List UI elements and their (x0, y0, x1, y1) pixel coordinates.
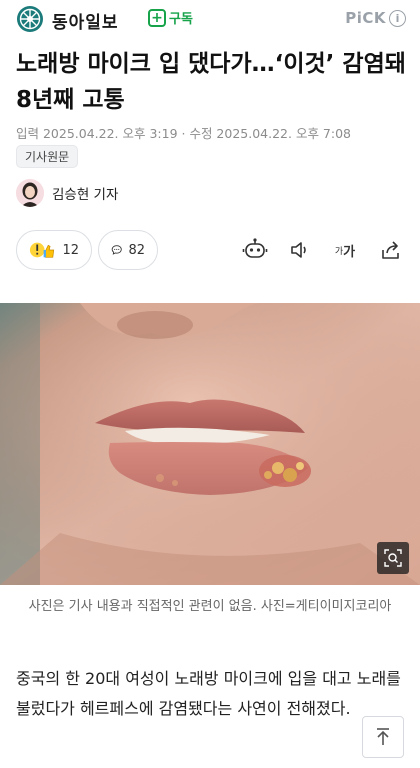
subscribe-label: 구독 (169, 12, 193, 27)
reporter-name: 김승현 기자 (52, 187, 119, 203)
article-title: 노래방 마이크 입 댔다가…‘이것’ 감염돼 8년째 고통 (16, 51, 406, 113)
article-photo[interactable] (0, 303, 420, 585)
article-dates: 입력 2025.04.22. 오후 3:19 · 수정 2025.04.22. … (16, 126, 351, 141)
zoom-image-button[interactable] (377, 542, 409, 574)
font-size-large-label: 가 (343, 244, 356, 260)
reaction-emoji-icon (29, 242, 55, 258)
article-body-paragraph: 중국의 한 20대 여성이 노래방 마이크에 입을 대고 노래를 불렀다가 헤르… (16, 669, 401, 718)
plus-icon: + (148, 8, 166, 27)
comment-icon (111, 245, 122, 255)
pick-label[interactable]: PiCK (345, 9, 386, 27)
original-article-button[interactable]: 기사원문 (16, 145, 79, 168)
ai-summary-button[interactable] (241, 236, 269, 264)
share-icon (382, 241, 399, 259)
lips-photo-image (0, 303, 420, 585)
robot-icon (242, 238, 268, 258)
magnify-icon (384, 549, 402, 567)
like-count: 12 (62, 242, 79, 258)
font-size-button[interactable]: 가가 (331, 236, 359, 264)
subscribe-button[interactable]: + 구독 (148, 8, 193, 27)
donga-logo-icon[interactable] (16, 5, 44, 33)
arrow-up-icon (377, 728, 389, 745)
info-icon[interactable]: i (389, 10, 406, 27)
comment-count: 82 (128, 242, 145, 258)
share-button[interactable] (377, 236, 405, 264)
image-caption: 사진은 기사 내용과 직접적인 관련이 없음. 사진=게티이미지코리아 (28, 599, 392, 614)
reporter-photo-icon (16, 179, 44, 207)
reporter-info[interactable]: 김승현 기자 (16, 179, 118, 207)
brand-name[interactable]: 동아일보 (52, 8, 119, 33)
like-reaction-button[interactable]: 12 (16, 230, 92, 270)
top-header: 동아일보 + 구독 PiCK i (0, 0, 420, 38)
listen-audio-button[interactable] (286, 236, 314, 264)
font-size-small-label: 가 (334, 246, 344, 257)
speaker-icon (291, 242, 306, 258)
scroll-to-top-button[interactable] (362, 716, 404, 758)
avatar (16, 179, 44, 207)
comment-button[interactable]: 82 (98, 230, 158, 270)
